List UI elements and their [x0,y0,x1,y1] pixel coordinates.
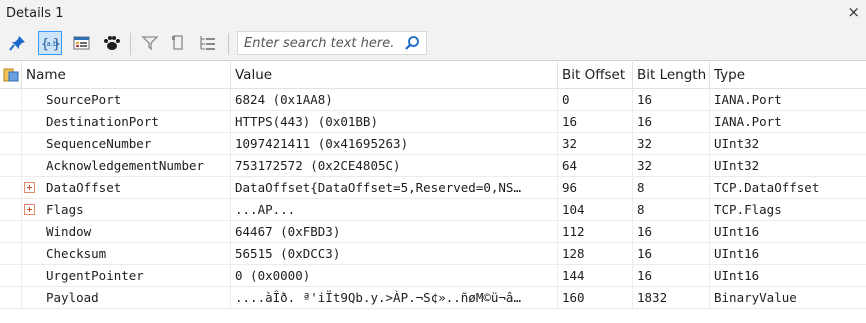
row-name: DataOffset [46,180,122,195]
row-divider [21,111,22,133]
column-header-name[interactable]: Name [21,62,230,88]
table-row[interactable]: DataOffset DataOffset{DataOffset=5,Reserv… [0,177,866,199]
row-name: Checksum [46,246,107,261]
row-type: UInt32 [709,133,866,155]
row-bit-length: 32 [632,133,709,155]
row-divider [21,287,22,309]
table-row[interactable]: UrgentPointer 0 (0x0000) 144 16 UInt16 [0,265,866,287]
table-row[interactable]: Flags ...AP... 104 8 TCP.Flags [0,199,866,221]
row-bit-offset: 32 [557,133,632,155]
column-header-bit-length[interactable]: Bit Length [632,62,709,88]
column-header-bit-offset[interactable]: Bit Offset [557,62,632,88]
row-value: 0 (0x0000) [230,265,557,287]
window-title: Details 1 [6,6,64,21]
row-value: DataOffset{DataOffset=5,Reserved=0,NS… [230,177,557,199]
row-bit-length: 1832 [632,287,709,309]
row-type: UInt16 [709,265,866,287]
table-row[interactable]: DestinationPort HTTPS(443) (0x01BB) 16 16 IA… [0,111,866,133]
bookmark-icon[interactable] [166,31,190,55]
row-type: TCP.Flags [709,199,866,221]
row-name: AcknowledgementNumber [46,158,205,173]
row-bit-offset: 16 [557,111,632,133]
pin-icon[interactable] [6,31,30,55]
row-type: BinaryValue [709,287,866,309]
table-row[interactable]: Checksum 56515 (0xDCC3) 128 16 UInt16 [0,243,866,265]
search-icon[interactable] [404,35,420,55]
expand-icon[interactable] [24,204,35,215]
row-bit-length: 32 [632,155,709,177]
row-name: Window [46,224,92,239]
row-bit-length: 16 [632,89,709,111]
row-value: 56515 (0xDCC3) [230,243,557,265]
row-divider [21,177,22,199]
row-bit-offset: 64 [557,155,632,177]
row-name: Flags [46,202,84,217]
list-view-icon[interactable] [70,31,94,55]
row-type: IANA.Port [709,89,866,111]
row-divider [21,89,22,111]
row-bit-offset: 112 [557,221,632,243]
row-value: 6824 (0x1AA8) [230,89,557,111]
tree-collapse-icon[interactable] [196,31,220,55]
row-bit-offset: 104 [557,199,632,221]
row-bit-offset: 0 [557,89,632,111]
row-divider [21,155,22,177]
row-name: SequenceNumber [46,136,152,151]
row-bit-offset: 160 [557,287,632,309]
row-divider [21,265,22,287]
column-chooser-icon[interactable] [3,67,19,87]
table-row[interactable]: Payload ....àÎð. ª'iÏt9Qb.y.>ÀP.¬S¢»..ñøM… [0,287,866,309]
row-bit-length: 8 [632,177,709,199]
row-type: IANA.Port [709,111,866,133]
table-row[interactable]: SequenceNumber 1097421411 (0x41695263) 32 3… [0,133,866,155]
row-divider [21,199,22,221]
row-divider [21,133,22,155]
row-divider [21,243,22,265]
row-type: UInt32 [709,155,866,177]
row-name: DestinationPort [46,114,159,129]
row-bit-length: 16 [632,243,709,265]
toolbar: {}a.b [0,27,866,61]
row-type: UInt16 [709,243,866,265]
row-bit-offset: 128 [557,243,632,265]
toolbar-separator [228,33,229,55]
row-bit-length: 8 [632,199,709,221]
column-header-type[interactable]: Type [709,62,866,88]
row-value: HTTPS(443) (0x01BB) [230,111,557,133]
object-view-icon[interactable]: {}a.b [38,31,62,55]
row-name: UrgentPointer [46,268,144,283]
row-type: TCP.DataOffset [709,177,866,199]
row-value: 753172572 (0x2CE4805C) [230,155,557,177]
row-name: Payload [46,290,99,305]
row-name: SourcePort [46,92,122,107]
row-value: 64467 (0xFBD3) [230,221,557,243]
search-input[interactable] [244,34,394,52]
row-bit-length: 16 [632,265,709,287]
column-header-value[interactable]: Value [230,62,557,88]
table-row[interactable]: SourcePort 6824 (0x1AA8) 0 16 IANA.Port [0,89,866,111]
row-bit-offset: 144 [557,265,632,287]
expand-icon[interactable] [24,182,35,193]
row-bit-offset: 96 [557,177,632,199]
row-value: ...AP... [230,199,557,221]
title-bar: Details 1 × [0,0,866,27]
row-bit-length: 16 [632,111,709,133]
row-value: ....àÎð. ª'iÏt9Qb.y.>ÀP.¬S¢»..ñøM©ü¬â… [230,287,557,309]
table-row[interactable]: Window 64467 (0xFBD3) 112 16 UInt16 [0,221,866,243]
search-box[interactable] [237,31,427,55]
paw-icon[interactable] [100,31,124,55]
row-divider [21,221,22,243]
close-icon[interactable]: × [847,3,860,21]
filter-icon[interactable] [138,31,162,55]
table-row[interactable]: AcknowledgementNumber 753172572 (0x2CE480… [0,155,866,177]
row-value: 1097421411 (0x41695263) [230,133,557,155]
row-bit-length: 16 [632,221,709,243]
svg-text:a.b: a.b [47,40,59,48]
row-type: UInt16 [709,221,866,243]
grid-header: Name Value Bit Offset Bit Length Type [0,62,866,89]
toolbar-separator [130,33,131,55]
